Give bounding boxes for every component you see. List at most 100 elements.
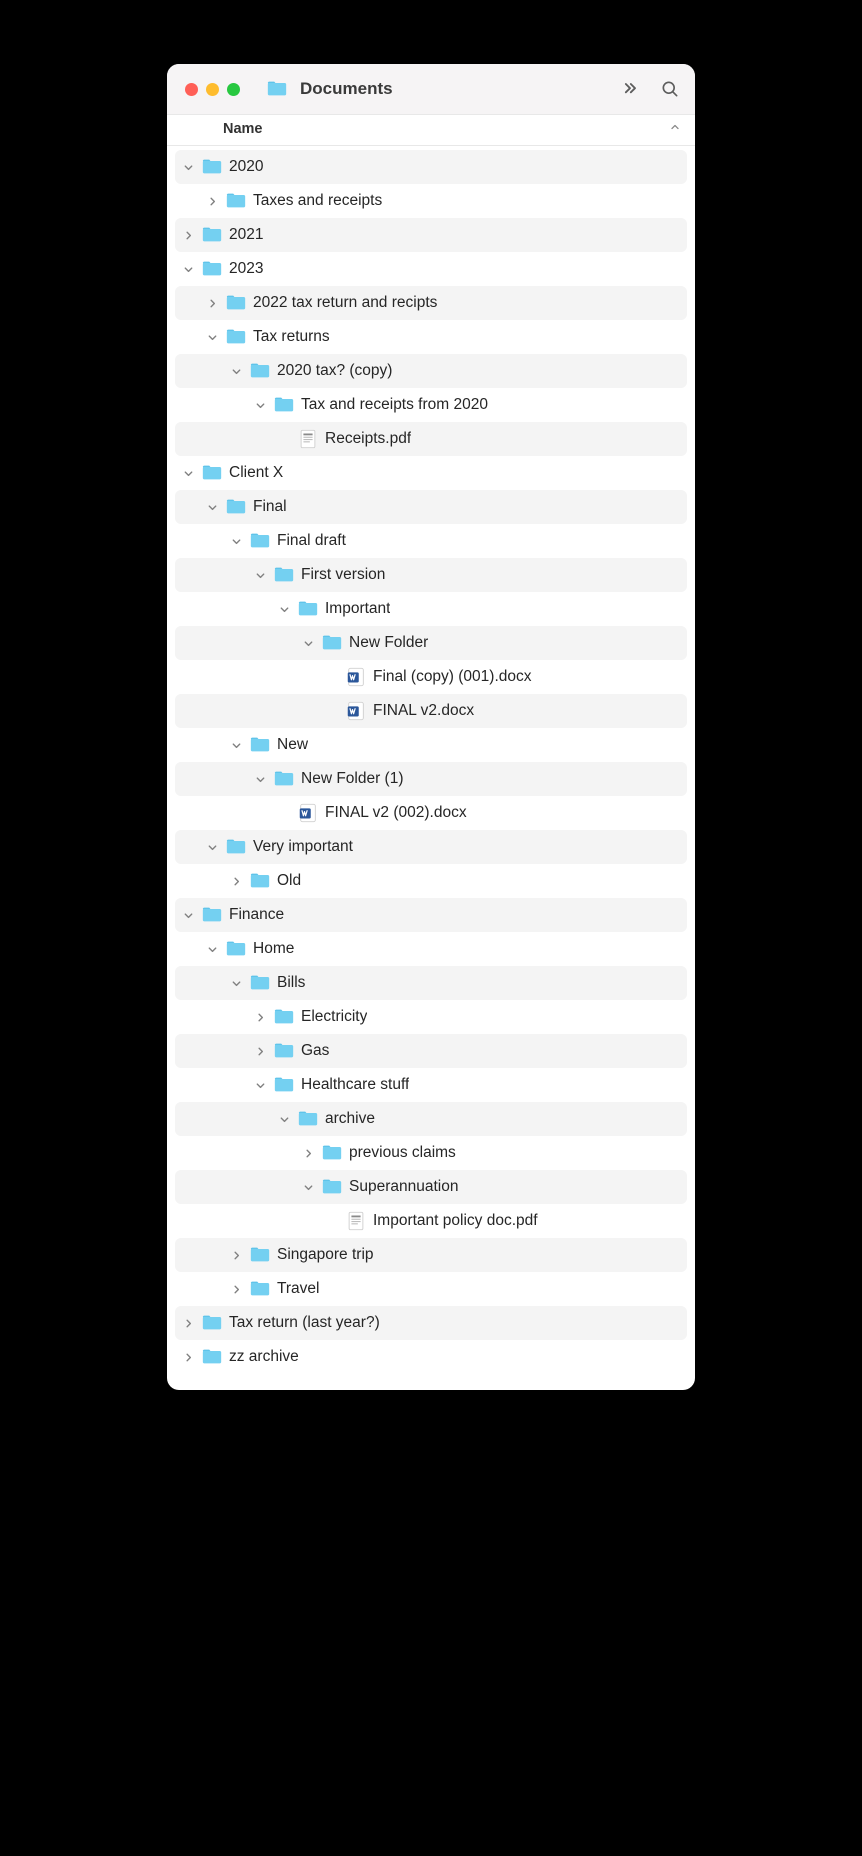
chevron-right-icon[interactable] [301,1146,315,1160]
folder-row[interactable]: Important [175,592,687,626]
folder-row[interactable]: Old [175,864,687,898]
folder-row[interactable]: Superannuation [175,1170,687,1204]
folder-row[interactable]: Singapore trip [175,1238,687,1272]
row-label: Very important [253,838,353,856]
chevron-down-icon[interactable] [253,398,267,412]
folder-row[interactable]: New Folder [175,626,687,660]
folder-row[interactable]: 2020 tax? (copy) [175,354,687,388]
folder-row[interactable]: Very important [175,830,687,864]
folder-row[interactable]: Home [175,932,687,966]
chevron-down-icon[interactable] [277,602,291,616]
chevron-down-icon[interactable] [181,160,195,174]
minimize-button[interactable] [206,83,219,96]
row-label: zz archive [229,1348,299,1366]
chevron-down-icon[interactable] [181,908,195,922]
folder-row[interactable]: Gas [175,1034,687,1068]
titlebar: Documents [167,64,695,114]
chevron-down-icon[interactable] [205,942,219,956]
folder-row[interactable]: New Folder (1) [175,762,687,796]
folder-icon [201,904,223,926]
folder-row[interactable]: Tax returns [175,320,687,354]
chevron-down-icon[interactable] [229,534,243,548]
row-label: Electricity [301,1008,367,1026]
fullscreen-button[interactable] [227,83,240,96]
row-label: Healthcare stuff [301,1076,409,1094]
chevron-down-icon[interactable] [229,738,243,752]
chevron-down-icon[interactable] [253,1078,267,1092]
chevron-down-icon[interactable] [205,500,219,514]
folder-row[interactable]: Client X [175,456,687,490]
column-header[interactable]: Name [167,114,695,146]
chevron-down-icon[interactable] [229,976,243,990]
folder-row[interactable]: First version [175,558,687,592]
folder-row[interactable]: Final draft [175,524,687,558]
chevron-right-icon[interactable] [229,1248,243,1262]
row-label: FINAL v2 (002).docx [325,804,467,822]
folder-icon [201,1312,223,1334]
chevron-down-icon[interactable] [181,262,195,276]
sort-indicator-icon [669,121,681,137]
chevron-down-icon[interactable] [181,466,195,480]
folder-row[interactable]: Finance [175,898,687,932]
chevron-right-icon[interactable] [181,1316,195,1330]
folder-row[interactable]: 2021 [175,218,687,252]
folder-icon [297,1108,319,1130]
row-label: Taxes and receipts [253,192,382,210]
folder-row[interactable]: Bills [175,966,687,1000]
chevron-right-icon[interactable] [181,228,195,242]
folder-row[interactable]: Tax return (last year?) [175,1306,687,1340]
chevron-down-icon[interactable] [253,568,267,582]
chevron-right-icon[interactable] [229,874,243,888]
row-label: Finance [229,906,284,924]
chevron-down-icon[interactable] [229,364,243,378]
row-label: 2022 tax return and recipts [253,294,437,312]
folder-row[interactable]: Taxes and receipts [175,184,687,218]
folder-row[interactable]: Tax and receipts from 2020 [175,388,687,422]
folder-row[interactable]: Healthcare stuff [175,1068,687,1102]
row-label: Important [325,600,390,618]
row-label: Final draft [277,532,346,550]
chevron-down-icon[interactable] [277,1112,291,1126]
chevron-right-icon[interactable] [205,296,219,310]
column-name-label: Name [223,121,263,137]
folder-row[interactable]: 2022 tax return and recipts [175,286,687,320]
window-title-text: Documents [300,79,393,99]
folder-row[interactable]: Electricity [175,1000,687,1034]
folder-row[interactable]: 2020 [175,150,687,184]
file-row[interactable]: Important policy doc.pdf [175,1204,687,1238]
chevron-right-icon[interactable] [253,1010,267,1024]
file-row[interactable]: Receipts.pdf [175,422,687,456]
chevron-right-icon[interactable] [181,1350,195,1364]
chevron-down-icon[interactable] [301,1180,315,1194]
folder-row[interactable]: Final [175,490,687,524]
file-tree: 2020 Taxes and receipts 20212023 2022 tax r… [167,146,695,1390]
chevron-down-icon[interactable] [253,772,267,786]
folder-row[interactable]: New [175,728,687,762]
file-row[interactable]: FINAL v2 (002).docx [175,796,687,830]
chevron-right-icon[interactable] [229,1282,243,1296]
window-title: Documents [262,78,393,100]
folder-icon [201,156,223,178]
search-button[interactable] [659,78,681,100]
folder-row[interactable]: archive [175,1102,687,1136]
folder-row[interactable]: 2023 [175,252,687,286]
overflow-button[interactable] [619,78,641,100]
chevron-down-icon[interactable] [301,636,315,650]
folder-row[interactable]: zz archive [175,1340,687,1374]
folder-icon [273,1006,295,1028]
row-label: Tax returns [253,328,330,346]
chevron-down-icon[interactable] [205,330,219,344]
folder-icon [321,632,343,654]
row-label: Tax and receipts from 2020 [301,396,488,414]
file-row[interactable]: Final (copy) (001).docx [175,660,687,694]
chevron-right-icon[interactable] [205,194,219,208]
folder-row[interactable]: previous claims [175,1136,687,1170]
file-row[interactable]: FINAL v2.docx [175,694,687,728]
folder-row[interactable]: Travel [175,1272,687,1306]
finder-window: Documents Name 2020Taxes and receipts202… [167,64,695,1390]
chevron-down-icon[interactable] [205,840,219,854]
close-button[interactable] [185,83,198,96]
chevron-right-icon[interactable] [253,1044,267,1058]
row-label: FINAL v2.docx [373,702,474,720]
row-label: 2020 [229,158,263,176]
